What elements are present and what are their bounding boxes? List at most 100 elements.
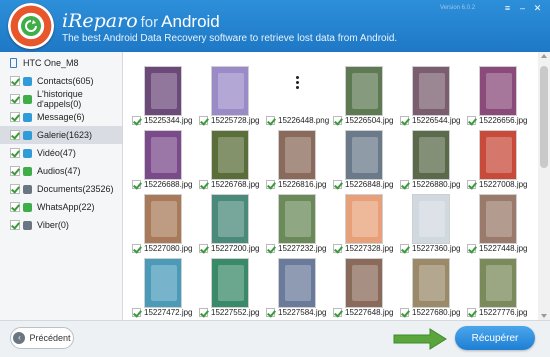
photo-checkbox[interactable]: [199, 244, 208, 253]
photo-thumbnail[interactable]: [211, 130, 249, 180]
photo-checkbox[interactable]: [199, 308, 208, 317]
photo-thumbnail[interactable]: [211, 194, 249, 244]
photo-checkbox[interactable]: [333, 244, 342, 253]
category-checkbox[interactable]: [10, 130, 20, 140]
photo-checkbox[interactable]: [467, 308, 476, 317]
photo-thumbnail[interactable]: [345, 258, 383, 308]
gallery-item[interactable]: 15225728.jpg: [199, 62, 261, 126]
photo-checkbox[interactable]: [132, 244, 141, 253]
photo-checkbox[interactable]: [333, 180, 342, 189]
photo-thumbnail[interactable]: [345, 130, 383, 180]
photo-thumbnail[interactable]: [278, 258, 316, 308]
gallery-item[interactable]: 15227328.jpg: [333, 190, 395, 254]
photo-thumbnail[interactable]: [144, 130, 182, 180]
sidebar-item-whatsapp[interactable]: WhatsApp(22): [0, 198, 122, 216]
gallery-item[interactable]: 15227584.jpg: [266, 254, 328, 318]
photo-checkbox[interactable]: [400, 308, 409, 317]
gallery-item[interactable]: 15227008.jpg: [467, 126, 529, 190]
gallery-item[interactable]: 15227080.jpg: [132, 190, 194, 254]
gallery-item[interactable]: 15226688.jpg: [132, 126, 194, 190]
photo-thumbnail[interactable]: [144, 66, 182, 116]
photo-thumbnail[interactable]: [211, 66, 249, 116]
sidebar-item-message[interactable]: Message(6): [0, 108, 122, 126]
gallery-item[interactable]: 15226448.png: [266, 62, 329, 126]
gallery-item[interactable]: 15227360.jpg: [400, 190, 462, 254]
sidebar-item-contacts[interactable]: Contacts(605): [0, 72, 122, 90]
gallery-item[interactable]: 15225344.jpg: [132, 62, 194, 126]
category-checkbox[interactable]: [10, 166, 20, 176]
photo-checkbox[interactable]: [199, 180, 208, 189]
photo-checkbox[interactable]: [132, 180, 141, 189]
sidebar-item-video[interactable]: Vidéo(47): [0, 144, 122, 162]
sidebar-item-gallery[interactable]: Galerie(1623): [0, 126, 122, 144]
close-icon[interactable]: ✕: [531, 2, 544, 14]
menu-icon[interactable]: ≡: [501, 2, 514, 14]
photo-checkbox[interactable]: [467, 244, 476, 253]
photo-thumbnail[interactable]: [144, 194, 182, 244]
photo-checkbox[interactable]: [199, 116, 208, 125]
photo-thumbnail[interactable]: [211, 258, 249, 308]
scroll-thumb[interactable]: [540, 66, 548, 168]
category-checkbox[interactable]: [10, 112, 20, 122]
photo-checkbox[interactable]: [266, 180, 275, 189]
photo-checkbox[interactable]: [266, 116, 275, 125]
photo-checkbox[interactable]: [400, 180, 409, 189]
photo-thumbnail[interactable]: [412, 258, 450, 308]
scroll-up-icon[interactable]: [541, 54, 547, 58]
gallery-item[interactable]: 15227232.jpg: [266, 190, 328, 254]
category-checkbox[interactable]: [10, 148, 20, 158]
gallery-scrollbar[interactable]: [538, 52, 550, 320]
gallery-item[interactable]: 15226656.jpg: [467, 62, 529, 126]
recover-button[interactable]: Récupérer: [455, 326, 535, 350]
scroll-down-icon[interactable]: [541, 314, 547, 318]
sidebar-item-phone[interactable]: L'historique d'appels(0): [0, 89, 122, 109]
category-checkbox[interactable]: [10, 184, 20, 194]
device-item[interactable]: HTC One_M8: [0, 54, 122, 72]
gallery-item[interactable]: 15227200.jpg: [199, 190, 261, 254]
photo-checkbox[interactable]: [400, 116, 409, 125]
category-checkbox[interactable]: [10, 220, 20, 230]
gallery-item[interactable]: 15227680.jpg: [400, 254, 462, 318]
gallery-item[interactable]: 15226880.jpg: [400, 126, 462, 190]
category-checkbox[interactable]: [10, 202, 20, 212]
gallery-item[interactable]: 15226768.jpg: [199, 126, 261, 190]
photo-thumbnail[interactable]: [479, 66, 517, 116]
photo-checkbox[interactable]: [266, 308, 275, 317]
gallery-item[interactable]: 15226816.jpg: [266, 126, 328, 190]
photo-checkbox[interactable]: [333, 116, 342, 125]
gallery-item[interactable]: 15226504.jpg: [333, 62, 395, 126]
photo-thumbnail[interactable]: [144, 258, 182, 308]
photo-thumbnail[interactable]: [278, 194, 316, 244]
photo-thumbnail[interactable]: [345, 194, 383, 244]
gallery-item[interactable]: 15227552.jpg: [199, 254, 261, 318]
photo-thumbnail[interactable]: [412, 194, 450, 244]
photo-checkbox[interactable]: [132, 308, 141, 317]
sidebar-item-audio[interactable]: Audios(47): [0, 162, 122, 180]
photo-thumbnail[interactable]: [479, 194, 517, 244]
photo-checkbox[interactable]: [400, 244, 409, 253]
photo-thumbnail[interactable]: [479, 130, 517, 180]
gallery-item[interactable]: 15226544.jpg: [400, 62, 462, 126]
photo-thumbnail[interactable]: [278, 66, 316, 116]
photo-checkbox[interactable]: [266, 244, 275, 253]
gallery-item[interactable]: 15227472.jpg: [132, 254, 194, 318]
photo-checkbox[interactable]: [467, 116, 476, 125]
sidebar-item-viber[interactable]: Viber(0): [0, 216, 122, 234]
category-checkbox[interactable]: [10, 76, 20, 86]
photo-checkbox[interactable]: [132, 116, 141, 125]
gallery-item[interactable]: 15227648.jpg: [333, 254, 395, 318]
category-checkbox[interactable]: [10, 94, 20, 104]
gallery-item[interactable]: 15227448.jpg: [467, 190, 529, 254]
photo-checkbox[interactable]: [333, 308, 342, 317]
photo-thumbnail[interactable]: [345, 66, 383, 116]
previous-button[interactable]: ‹ Précédent: [10, 327, 74, 349]
photo-thumbnail[interactable]: [412, 66, 450, 116]
gallery-item[interactable]: 15227776.jpg: [467, 254, 529, 318]
minimize-icon[interactable]: –: [516, 2, 529, 14]
gallery-item[interactable]: 15226848.jpg: [333, 126, 395, 190]
photo-thumbnail[interactable]: [412, 130, 450, 180]
photo-thumbnail[interactable]: [278, 130, 316, 180]
photo-checkbox[interactable]: [467, 180, 476, 189]
sidebar-item-document[interactable]: Documents(23526): [0, 180, 122, 198]
photo-thumbnail[interactable]: [479, 258, 517, 308]
